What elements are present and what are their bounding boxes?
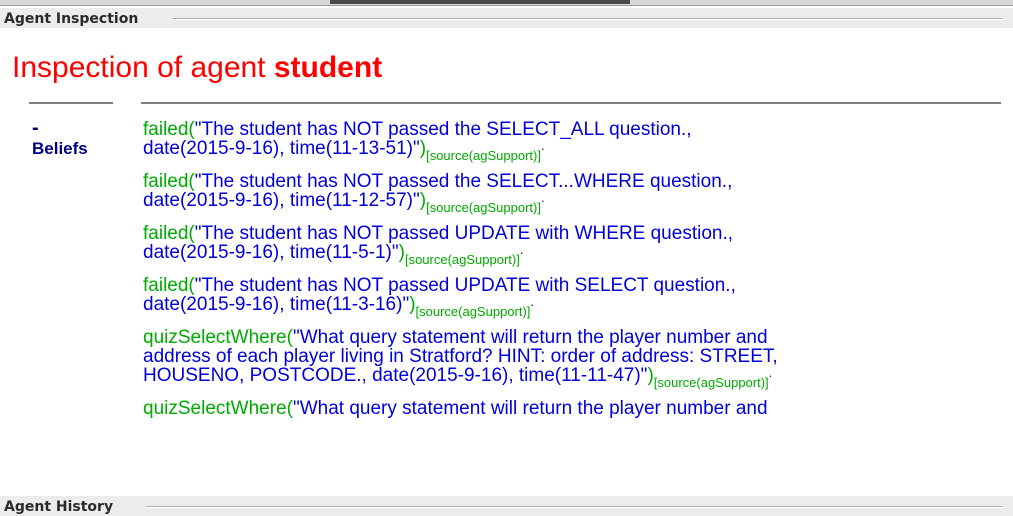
belief-term-line: HOUSENO, POSTCODE., date(2015-9-16), tim…: [143, 365, 648, 386]
belief-item: quizSelectWhere("What query statement wi…: [143, 327, 1003, 390]
belief-functor: failed: [143, 119, 189, 140]
collapse-dash-icon[interactable]: -: [32, 118, 88, 138]
belief-functor: failed: [143, 223, 189, 244]
belief-terminator: .: [541, 190, 545, 205]
agent-name: student: [273, 51, 383, 84]
agent-inspection-label: Agent Inspection: [4, 11, 141, 27]
belief-term-line: "The student has NOT passed UPDATE with …: [194, 223, 734, 244]
window-top-strip: [0, 0, 1013, 6]
section-divider: [172, 18, 1003, 20]
belief-item: failed("The student has NOT passed the S…: [143, 171, 1003, 215]
belief-terminator: .: [519, 242, 524, 257]
divider-handle[interactable]: [330, 0, 630, 4]
belief-close-paren: ): [398, 242, 405, 263]
belief-close-paren: ): [409, 294, 416, 315]
belief-source-annotation: [source(agSupport)]: [653, 375, 769, 390]
belief-source-annotation: [source(agSupport)]: [426, 148, 541, 163]
belief-term-line: "The student has NOT passed the SELECT_A…: [194, 119, 692, 140]
belief-source-annotation: [source(agSupport)]: [404, 252, 520, 267]
belief-functor: quizSelectWhere: [143, 327, 287, 348]
beliefs-list: failed("The student has NOT passed the S…: [143, 120, 1003, 431]
belief-term-line: address of each player living in Stratfo…: [143, 346, 778, 367]
belief-functor: failed: [143, 171, 189, 192]
belief-terminator: .: [530, 294, 535, 309]
beliefs-toggle[interactable]: - Beliefs: [32, 118, 88, 160]
belief-functor: failed: [143, 275, 189, 296]
belief-term-line: date(2015-9-16), time(11-12-57)": [143, 190, 420, 211]
belief-item: failed("The student has NOT passed UPDAT…: [143, 275, 1003, 319]
belief-term-line: "The student has NOT passed the SELECT..…: [194, 171, 733, 192]
belief-item: failed("The student has NOT passed UPDAT…: [143, 223, 1003, 267]
belief-term-line: date(2015-9-16), time(11-13-51)": [143, 138, 420, 159]
belief-term-line: "What query statement will return the pl…: [292, 327, 768, 348]
section-divider: [146, 506, 1003, 508]
belief-term-line: "The student has NOT passed UPDATE with …: [194, 275, 736, 296]
belief-terminator: .: [541, 138, 545, 153]
belief-term-line: date(2015-9-16), time(11-5-1)": [143, 242, 399, 263]
left-column-rule: [29, 102, 113, 104]
belief-functor: quizSelectWhere: [143, 398, 287, 419]
agent-history-label: Agent History: [4, 499, 116, 515]
page-title-prefix: Inspection of agent: [12, 51, 274, 84]
belief-source-annotation: [source(agSupport)]: [426, 200, 541, 215]
agent-history-panel-title[interactable]: Agent History: [0, 496, 1013, 516]
agent-inspection-panel-title: Agent Inspection: [0, 8, 1013, 28]
belief-term-line: "What query statement will return the pl…: [292, 398, 768, 419]
beliefs-label[interactable]: Beliefs: [32, 139, 88, 158]
page-title: Inspection of agent student: [12, 49, 382, 87]
belief-close-paren: ): [647, 365, 654, 386]
belief-item: failed("The student has NOT passed the S…: [143, 119, 1003, 163]
belief-item: quizSelectWhere("What query statement wi…: [143, 399, 1003, 418]
belief-terminator: .: [768, 365, 773, 380]
right-column-rule: [141, 102, 1001, 104]
belief-source-annotation: [source(agSupport)]: [415, 304, 531, 319]
belief-term-line: date(2015-9-16), time(11-3-16)": [143, 294, 410, 315]
